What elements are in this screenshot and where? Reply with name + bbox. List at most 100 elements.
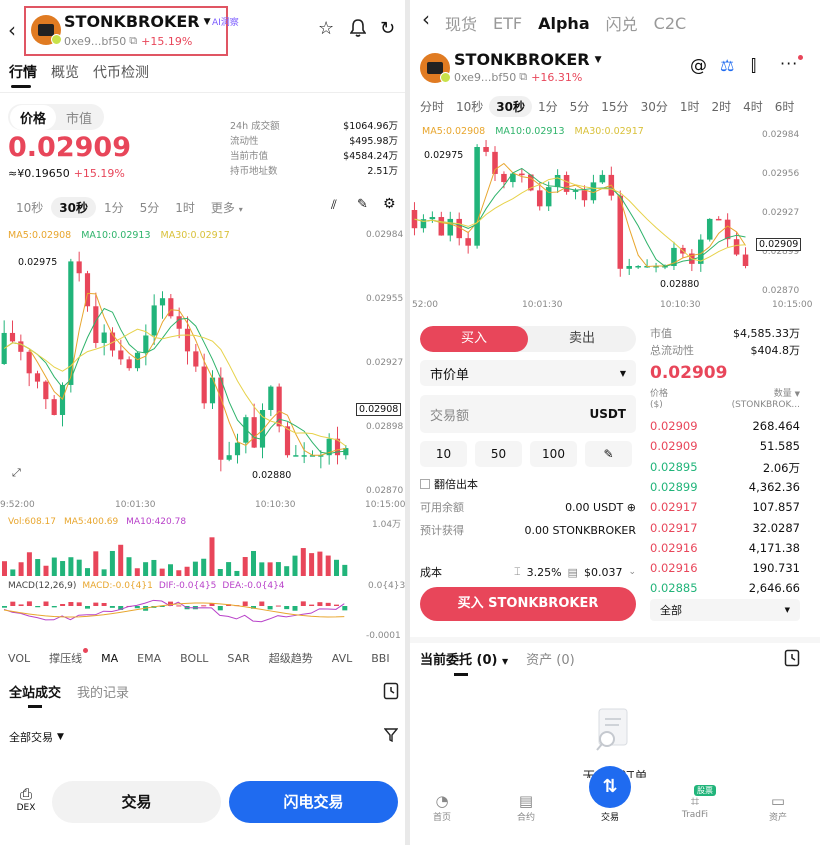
candle-body bbox=[554, 174, 561, 188]
interval-5m[interactable]: 5分 bbox=[132, 197, 168, 218]
cost-values[interactable]: ⌶ 3.25% ▤ $0.037 ⌄ bbox=[514, 565, 636, 579]
ind-support[interactable]: 撑压线 bbox=[49, 648, 89, 666]
token-name-dropdown[interactable]: STONKBROKER ▼ bbox=[454, 50, 602, 69]
tab-token-check[interactable]: 代币检测 bbox=[93, 62, 149, 82]
tab-alpha[interactable]: Alpha bbox=[538, 14, 590, 33]
tab-spot[interactable]: 现货 bbox=[445, 11, 477, 35]
nav-home[interactable]: ◔ 首页 bbox=[422, 792, 462, 823]
order-book-row[interactable]: 0.02916 4,171.38 bbox=[650, 541, 800, 555]
order-book-row[interactable]: 0.02917 107.857 bbox=[650, 500, 800, 514]
interval-6h[interactable]: 6时 bbox=[769, 96, 801, 117]
order-book-row[interactable]: 0.02895 2.06万 bbox=[650, 460, 800, 476]
bell-icon[interactable] bbox=[349, 19, 367, 41]
quick-100[interactable]: 100 bbox=[530, 441, 577, 467]
mention-icon[interactable]: @ bbox=[690, 56, 707, 76]
toggle-price[interactable]: 价格 bbox=[10, 104, 57, 130]
ind-avl[interactable]: AVL bbox=[332, 652, 352, 665]
nav-contract[interactable]: ▤ 合约 bbox=[506, 792, 546, 823]
filter-icon[interactable] bbox=[383, 727, 399, 746]
ind-bbi[interactable]: BBI bbox=[371, 652, 389, 665]
quick-50[interactable]: 50 bbox=[475, 441, 522, 467]
order-book-row[interactable]: 0.02909 268.464 bbox=[650, 419, 800, 433]
token-address[interactable]: 0xe9...bf50 ⧉ +15.19% bbox=[64, 34, 192, 48]
ind-boll[interactable]: BOLL bbox=[180, 652, 208, 665]
interval-more[interactable]: 更多 ▾ bbox=[203, 197, 251, 218]
order-book-row[interactable]: 0.02909 51.585 bbox=[650, 439, 800, 453]
candle-chart-left[interactable] bbox=[0, 238, 405, 513]
quick-10[interactable]: 10 bbox=[420, 441, 467, 467]
tab-c2c[interactable]: C2C bbox=[654, 14, 687, 33]
order-type-select[interactable]: 市价单 ▼ bbox=[420, 360, 636, 386]
interval-30s[interactable]: 30秒 bbox=[489, 96, 532, 117]
interval-30s[interactable]: 30秒 bbox=[51, 197, 96, 218]
settings-icon[interactable]: ⚙ bbox=[383, 196, 396, 212]
nav-tradfi[interactable]: ⌗ TradFi 股票 bbox=[672, 785, 718, 820]
interval-10s[interactable]: 10秒 bbox=[8, 197, 51, 218]
edit-amount-icon[interactable]: ✎ bbox=[585, 441, 632, 467]
history-icon[interactable] bbox=[784, 649, 800, 671]
amount-input[interactable]: 交易额 USDT bbox=[420, 395, 636, 433]
book-filter[interactable]: 全部 ▼ bbox=[650, 599, 800, 621]
interval-1m[interactable]: 1分 bbox=[96, 197, 132, 218]
nav-assets[interactable]: ▭ 资产 bbox=[758, 792, 798, 823]
tab-assets[interactable]: 资产 (0) bbox=[526, 649, 575, 668]
buy-token-button[interactable]: 买入 STONKBROKER bbox=[420, 587, 636, 621]
candle-body bbox=[101, 332, 107, 343]
toggle-mcap[interactable]: 市值 bbox=[56, 105, 102, 130]
back-icon[interactable]: ‹ bbox=[422, 7, 430, 31]
add-funds-icon[interactable]: ⊕ bbox=[627, 501, 636, 514]
indicator-icon[interactable]: ⫽ bbox=[331, 198, 337, 213]
token-name-dropdown[interactable]: STONKBROKER ▼ bbox=[64, 12, 211, 31]
interval-1h[interactable]: 1时 bbox=[167, 197, 203, 218]
candle-chart-right[interactable] bbox=[410, 130, 820, 305]
tab-all-trades[interactable]: 全站成交 bbox=[9, 682, 61, 701]
trade-button[interactable]: 交易 bbox=[52, 781, 221, 823]
ind-ema[interactable]: EMA bbox=[137, 652, 161, 665]
buy-tab[interactable]: 买入 bbox=[420, 326, 528, 352]
interval-2h[interactable]: 2时 bbox=[705, 96, 737, 117]
order-book-row[interactable]: 0.02916 190.731 bbox=[650, 561, 800, 575]
tab-current-orders[interactable]: 当前委托 (0) ▼ bbox=[420, 649, 508, 668]
interval-10s[interactable]: 10秒 bbox=[450, 96, 489, 117]
interval-1h[interactable]: 1时 bbox=[674, 96, 706, 117]
tab-my-records[interactable]: 我的记录 bbox=[77, 682, 129, 701]
sell-tab[interactable]: 卖出 bbox=[528, 326, 636, 352]
order-book-row[interactable]: 0.02885 2,646.66 bbox=[650, 581, 800, 595]
ind-vol[interactable]: VOL bbox=[8, 652, 30, 665]
interval-15m[interactable]: 15分 bbox=[595, 96, 634, 117]
candle-toggle-icon[interactable]: ⫿ bbox=[751, 56, 756, 76]
ind-sar[interactable]: SAR bbox=[227, 652, 249, 665]
interval-5m[interactable]: 5分 bbox=[564, 96, 596, 117]
swap-chart-icon[interactable]: ⚖ bbox=[720, 56, 734, 75]
ai-insight-badge[interactable]: AI洞察 bbox=[212, 15, 239, 28]
star-icon[interactable]: ☆ bbox=[318, 18, 334, 39]
back-icon[interactable]: ‹ bbox=[8, 18, 16, 42]
interval-timeshare[interactable]: 分时 bbox=[414, 96, 450, 117]
order-book-row[interactable]: 0.02917 32.0287 bbox=[650, 521, 800, 535]
tab-market[interactable]: 行情 bbox=[9, 62, 37, 82]
refresh-icon[interactable]: ↻ bbox=[380, 18, 395, 39]
tab-overview[interactable]: 概览 bbox=[51, 62, 79, 82]
expand-icon[interactable]: ⤢ bbox=[12, 466, 21, 480]
copy-icon[interactable]: ⧉ bbox=[519, 70, 527, 84]
ind-ma[interactable]: MA bbox=[101, 652, 118, 665]
draw-pen-icon[interactable]: ✎ bbox=[357, 197, 368, 212]
copy-icon[interactable]: ⧉ bbox=[129, 34, 137, 48]
interval-30m[interactable]: 30分 bbox=[635, 96, 674, 117]
interval-4h[interactable]: 4时 bbox=[737, 96, 769, 117]
book-head-qty[interactable]: 数量 ▼ (STONKBROK... bbox=[726, 389, 800, 411]
interval-1m[interactable]: 1分 bbox=[532, 96, 564, 117]
ind-supertrend[interactable]: 超级趋势 bbox=[269, 650, 313, 666]
flash-trade-button[interactable]: 闪电交易 bbox=[229, 781, 398, 823]
nav-trade[interactable]: ⇅ 交易 bbox=[588, 766, 632, 823]
dex-button[interactable]: ⎙ DEX bbox=[14, 785, 38, 813]
tab-etf[interactable]: ETF bbox=[493, 14, 522, 33]
double-out-checkbox[interactable]: 翻倍出本 bbox=[420, 476, 478, 492]
history-icon[interactable] bbox=[383, 682, 399, 704]
order-book-row[interactable]: 0.02899 4,362.36 bbox=[650, 480, 800, 494]
trade-filter[interactable]: 全部交易 ▼ bbox=[9, 729, 64, 745]
volume-bar bbox=[309, 553, 315, 576]
more-icon[interactable]: ··· bbox=[780, 54, 798, 73]
token-address[interactable]: 0xe9...bf50 ⧉ +16.31% bbox=[454, 70, 582, 84]
tab-swap[interactable]: 闪兑 bbox=[606, 11, 638, 35]
